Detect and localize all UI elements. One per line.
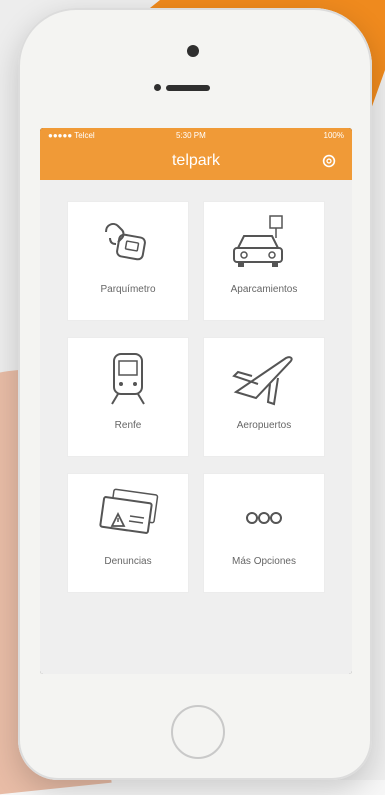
airplane-icon <box>228 350 300 408</box>
fine-ticket-icon <box>92 486 164 544</box>
proximity-sensor <box>154 84 161 91</box>
tile-aeropuertos[interactable]: Aeropuertos <box>204 338 324 456</box>
tile-aparcamientos[interactable]: Aparcamientos <box>204 202 324 320</box>
parking-lot-car-icon <box>228 214 300 272</box>
settings-icon[interactable] <box>320 152 338 170</box>
tile-label: Renfe <box>114 420 142 431</box>
parking-meter-icon <box>92 214 164 272</box>
phone-screen: ●●●●● Telcel 5:30 PM 100% telpark Parquí… <box>40 128 352 674</box>
tile-label: Denuncias <box>104 556 152 567</box>
tile-label: Parquímetro <box>100 284 156 295</box>
status-carrier: ●●●●● Telcel <box>48 131 95 140</box>
train-icon <box>92 350 164 408</box>
tile-label: Más Opciones <box>232 556 296 567</box>
tile-label: Aparcamientos <box>230 284 298 295</box>
tile-renfe[interactable]: Renfe <box>68 338 188 456</box>
more-options-icon <box>228 486 300 544</box>
front-camera <box>187 45 199 57</box>
tile-parquimetro[interactable]: Parquímetro <box>68 202 188 320</box>
home-button[interactable] <box>171 705 225 759</box>
app-title: telpark <box>171 152 221 169</box>
tile-denuncias[interactable]: Denuncias <box>68 474 188 592</box>
tile-mas-opciones[interactable]: Más Opciones <box>204 474 324 592</box>
main-grid: Parquímetro Aparcamientos Renfe Aeropuer… <box>40 180 352 674</box>
tile-label: Aeropuertos <box>236 420 292 431</box>
status-battery: 100% <box>323 131 344 140</box>
status-bar: ●●●●● Telcel 5:30 PM 100% <box>40 128 352 144</box>
earpiece-speaker <box>166 85 210 91</box>
phone-frame: ●●●●● Telcel 5:30 PM 100% telpark Parquí… <box>18 8 372 780</box>
status-time: 5:30 PM <box>176 131 206 140</box>
app-header: telpark <box>40 144 352 180</box>
